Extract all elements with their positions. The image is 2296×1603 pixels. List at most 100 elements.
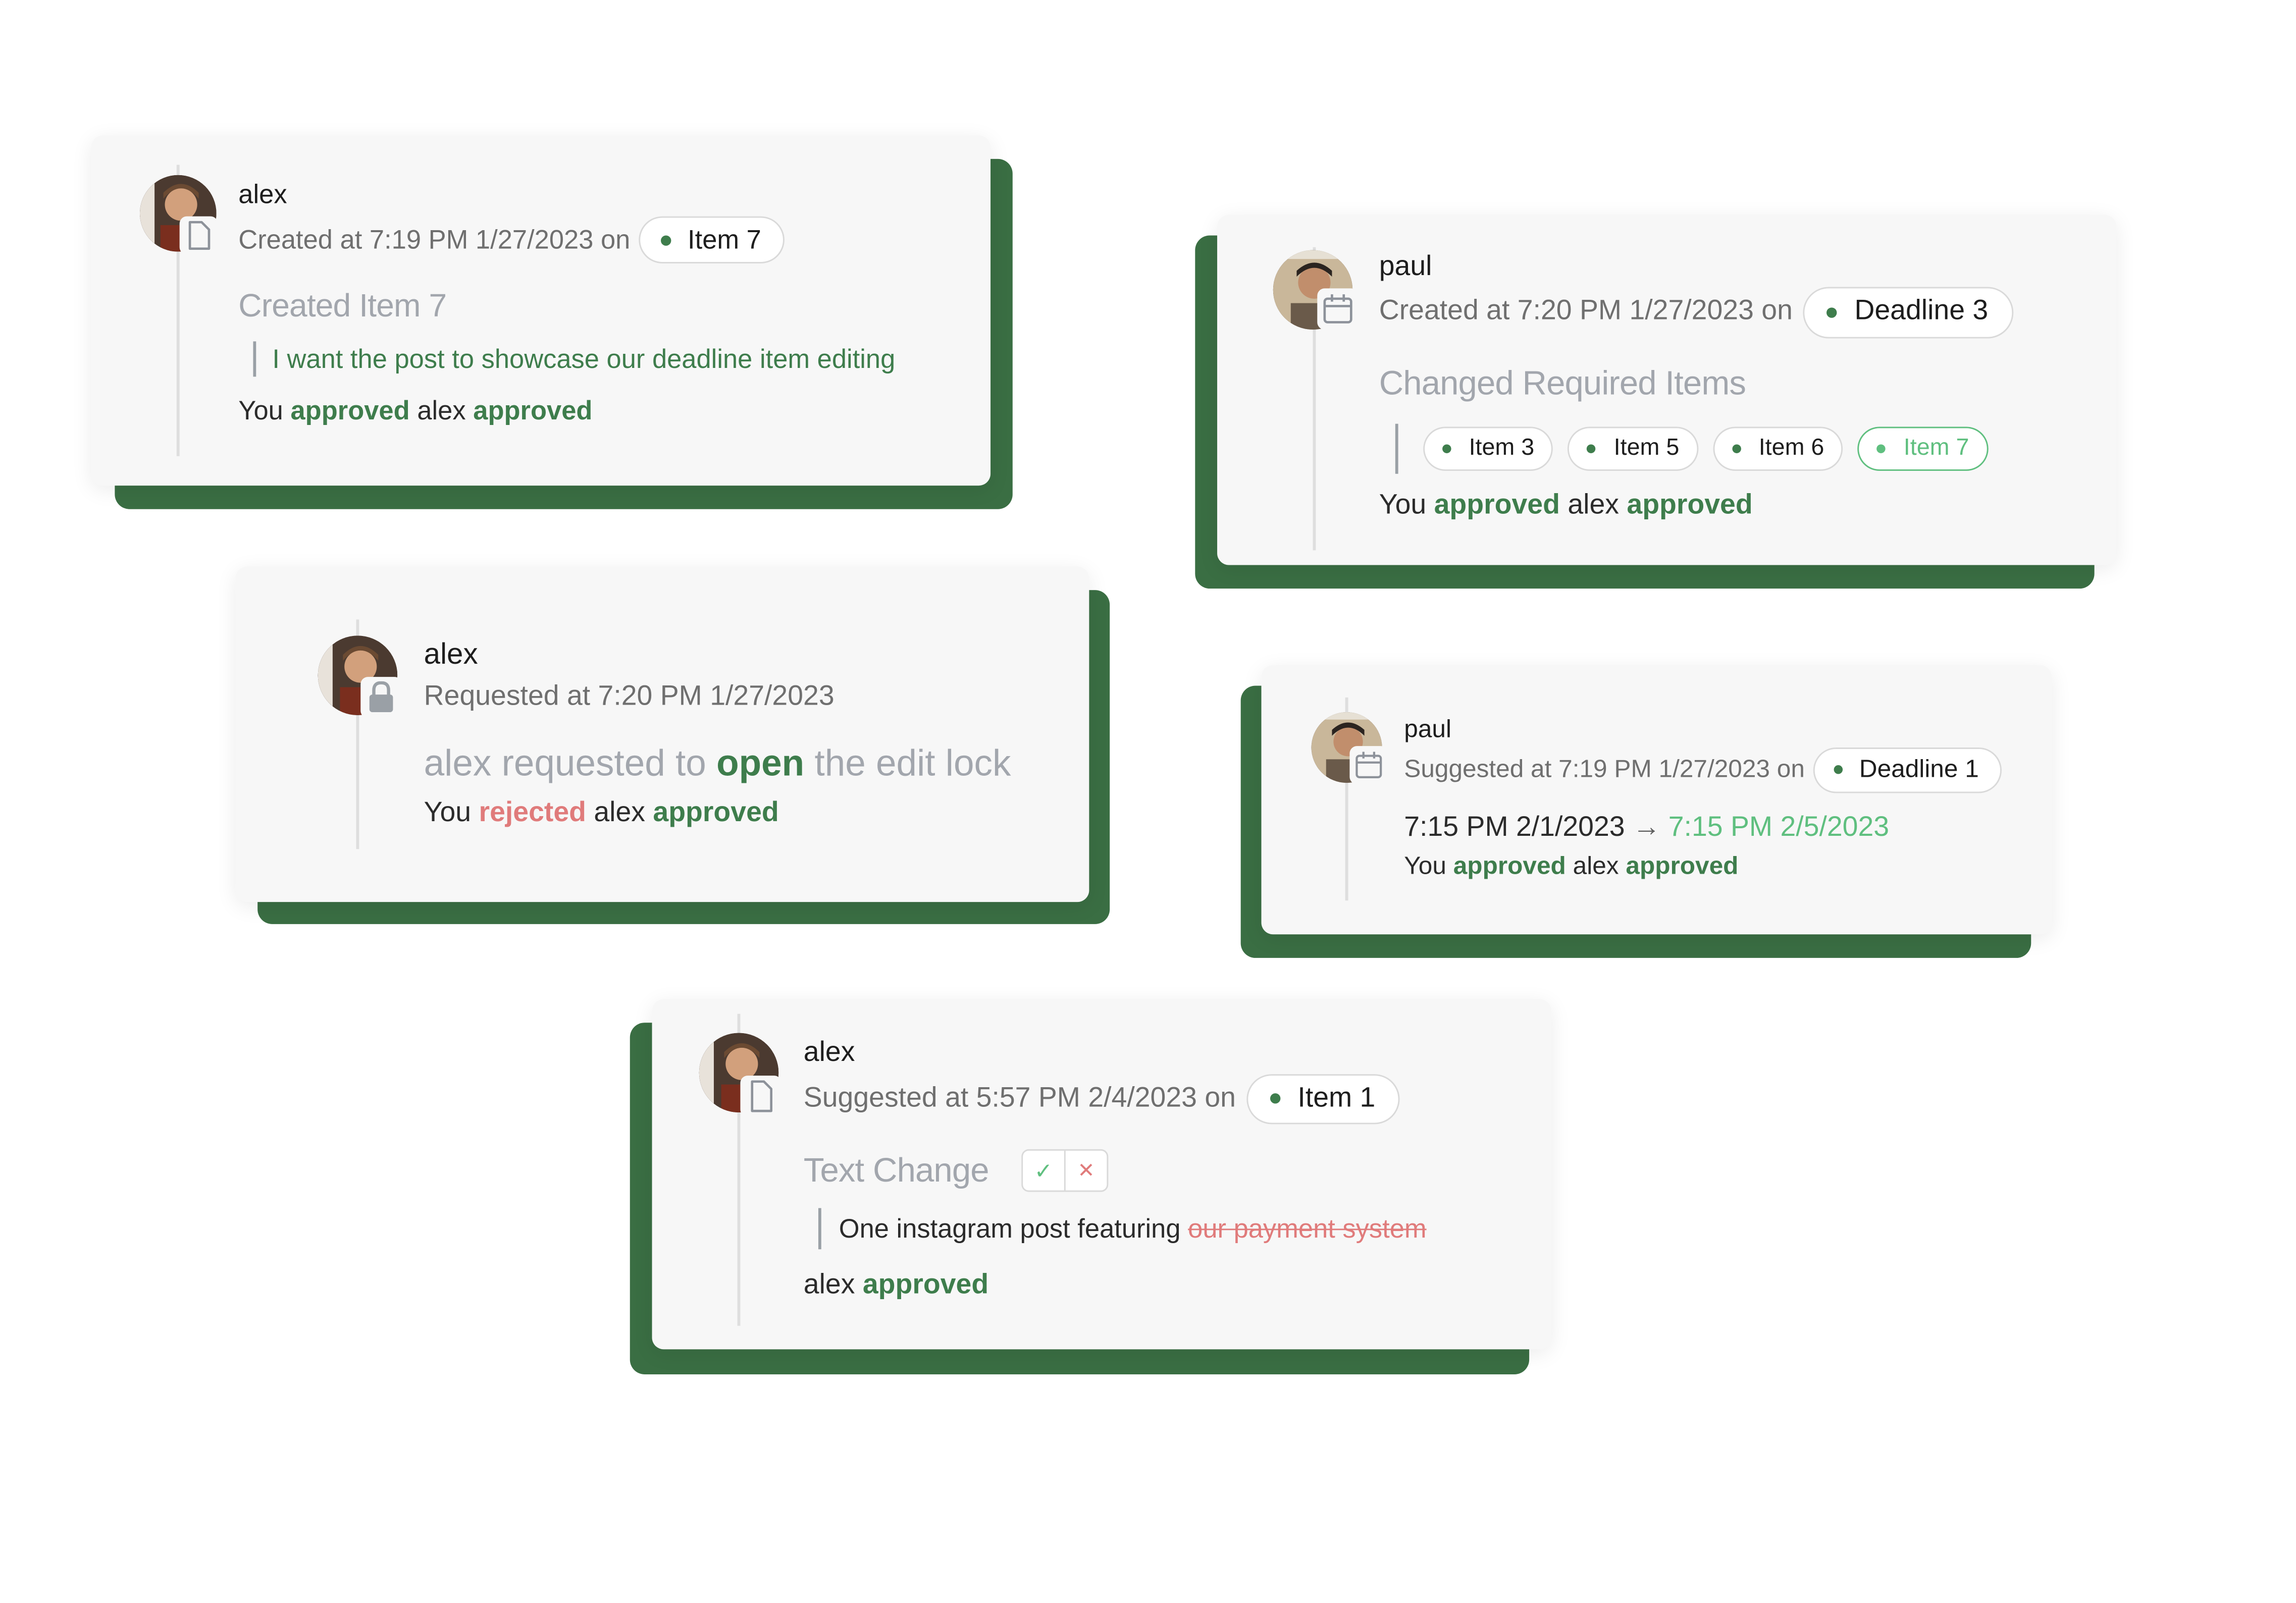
status-other-approved: approved [1627,490,1753,521]
status-other: alex [1568,490,1619,521]
meta-text: Created at 7:20 PM 1/27/2023 on [1379,295,1793,327]
approval-status: You approved alex approved [1404,852,1738,881]
timestamp: Suggested at 7:19 PM 1/27/2023 on Deadli… [1404,746,2001,793]
removed-text: our payment system [1188,1213,1427,1243]
activity-title: Text Change [803,1150,989,1189]
old-date: 7:15 PM 2/1/2023 [1404,812,1625,843]
status-other-approved: approved [653,797,779,829]
status-dot [1877,444,1886,453]
activity-card: alex Requested at 7:20 PM 1/27/2023 alex… [235,566,1089,902]
activity-card: paul Created at 7:20 PM 1/27/2023 on Dea… [1217,215,2117,565]
user-name: paul [1379,251,1432,283]
title-action: open [716,743,805,784]
user-name: paul [1404,715,1451,743]
date-change: 7:15 PM 2/1/2023 → 7:15 PM 2/5/2023 [1404,812,1889,844]
activity-card-edit-lock: alex Requested at 7:20 PM 1/27/2023 alex… [235,566,1110,924]
status-you: You [424,797,472,829]
status-you-approved: approved [290,396,410,425]
quote-text: I want the post to showcase our deadline… [272,343,896,373]
new-date: 7:15 PM 2/5/2023 [1668,812,1890,843]
status-other-approved: approved [473,396,593,425]
status-dot [1826,306,1837,317]
activity-title: alex requested to open the edit lock [424,743,1011,786]
status-dot [1270,1093,1280,1104]
deadline-chip[interactable]: Deadline 3 [1803,286,2013,338]
description-quote: I want the post to showcase our deadline… [253,339,895,380]
timestamp: Created at 7:19 PM 1/27/2023 on Item 7 [238,215,785,265]
quote-bar [1395,423,1398,474]
document-icon [740,1076,782,1117]
lock-icon [360,677,402,718]
chip-label: Item 7 [1903,435,1969,461]
status-you: You [238,396,283,425]
approval-status: You approved alex approved [1379,490,1753,522]
item-chip[interactable]: Item 1 [1246,1073,1400,1124]
approval-status: You rejected alex approved [424,797,779,830]
title-text-end: the edit lock [814,743,1011,784]
calendar-icon [1317,288,1359,330]
status-other: alex [1573,852,1619,880]
arrow-right-icon: → [1632,812,1661,843]
activity-title: Created Item 7 [238,287,447,324]
activity-card: alex Suggested at 5:57 PM 2/4/2023 on It… [652,999,1551,1350]
chip-label: Item 6 [1758,435,1824,461]
activity-card-created-item: alex Created at 7:19 PM 1/27/2023 on Ite… [91,135,1013,510]
approval-status: You approved alex approved [238,396,592,426]
status-other: alex [803,1269,855,1301]
quote-bar [253,341,256,377]
activity-card: paul Suggested at 7:19 PM 1/27/2023 on D… [1261,665,2052,935]
item-chip[interactable]: Item 3 [1423,426,1554,471]
user-name: alex [238,179,287,209]
status-dot [1834,765,1843,774]
status-dot [661,235,671,245]
status-you: You [1404,852,1446,880]
reject-button[interactable]: ✕ [1066,1151,1107,1191]
chip-label: Item 5 [1613,435,1680,461]
quote-text: One instagram post featuring [839,1213,1181,1243]
title-text: alex requested to [424,743,706,784]
status-you: You [1379,490,1427,521]
meta-text: Requested at 7:20 PM 1/27/2023 [424,681,834,713]
status-other: alex [594,797,645,829]
status-dot [1442,444,1451,453]
chip-label: Deadline 1 [1859,755,1979,783]
accept-button[interactable]: ✓ [1023,1150,1066,1191]
meta-text: Suggested at 5:57 PM 2/4/2023 on [803,1082,1236,1113]
calendar-icon [1349,746,1388,784]
timestamp: Suggested at 5:57 PM 2/4/2023 on Item 1 [804,1073,1400,1124]
status-you-approved: approved [1453,852,1566,880]
chip-label: Item 1 [1297,1082,1376,1113]
timestamp: Requested at 7:20 PM 1/27/2023 [424,681,834,714]
chip-label: Item 7 [688,224,761,254]
approval-status: alex approved [804,1270,988,1302]
activity-collage: alex Created at 7:19 PM 1/27/2023 on Ite… [0,0,2296,1602]
status-dot [1732,444,1741,453]
meta-text: Created at 7:19 PM 1/27/2023 on [238,224,631,254]
chip-label: Item 3 [1469,435,1535,461]
status-other: alex [417,396,466,425]
activity-card: alex Created at 7:19 PM 1/27/2023 on Ite… [91,135,991,486]
accept-reject-toggle: ✓ ✕ [1021,1149,1109,1192]
activity-card-text-change: alex Suggested at 5:57 PM 2/4/2023 on It… [630,999,1551,1374]
item-chip[interactable]: Item 5 [1568,426,1699,471]
activity-card-deadline-suggestion: paul Suggested at 7:19 PM 1/27/2023 on D… [1240,665,2052,958]
timestamp: Created at 7:20 PM 1/27/2023 on Deadline… [1379,286,2013,339]
chip-label: Deadline 3 [1854,295,1989,327]
item-chip[interactable]: Item 6 [1713,426,1844,471]
quote-bar [818,1208,821,1250]
activity-title: Changed Required Items [1379,363,1746,402]
required-items-list: Item 3 Item 5 Item 6 Item 7 [1395,423,1989,474]
deadline-chip[interactable]: Deadline 1 [1813,746,2001,792]
status-you-rejected: rejected [479,797,586,829]
document-icon [179,216,218,255]
meta-text: Suggested at 7:19 PM 1/27/2023 on [1404,755,1805,783]
status-you-approved: approved [1434,490,1560,521]
status-other-approved: approved [1626,852,1739,880]
user-name: alex [424,638,478,671]
status-dot [1587,444,1596,453]
item-chip[interactable]: Item 7 [639,216,785,263]
status-other-approved: approved [862,1269,989,1301]
item-chip-added[interactable]: Item 7 [1858,426,1989,471]
user-name: alex [803,1037,855,1068]
text-change-quote: One instagram post featuring our payment… [818,1207,1427,1251]
